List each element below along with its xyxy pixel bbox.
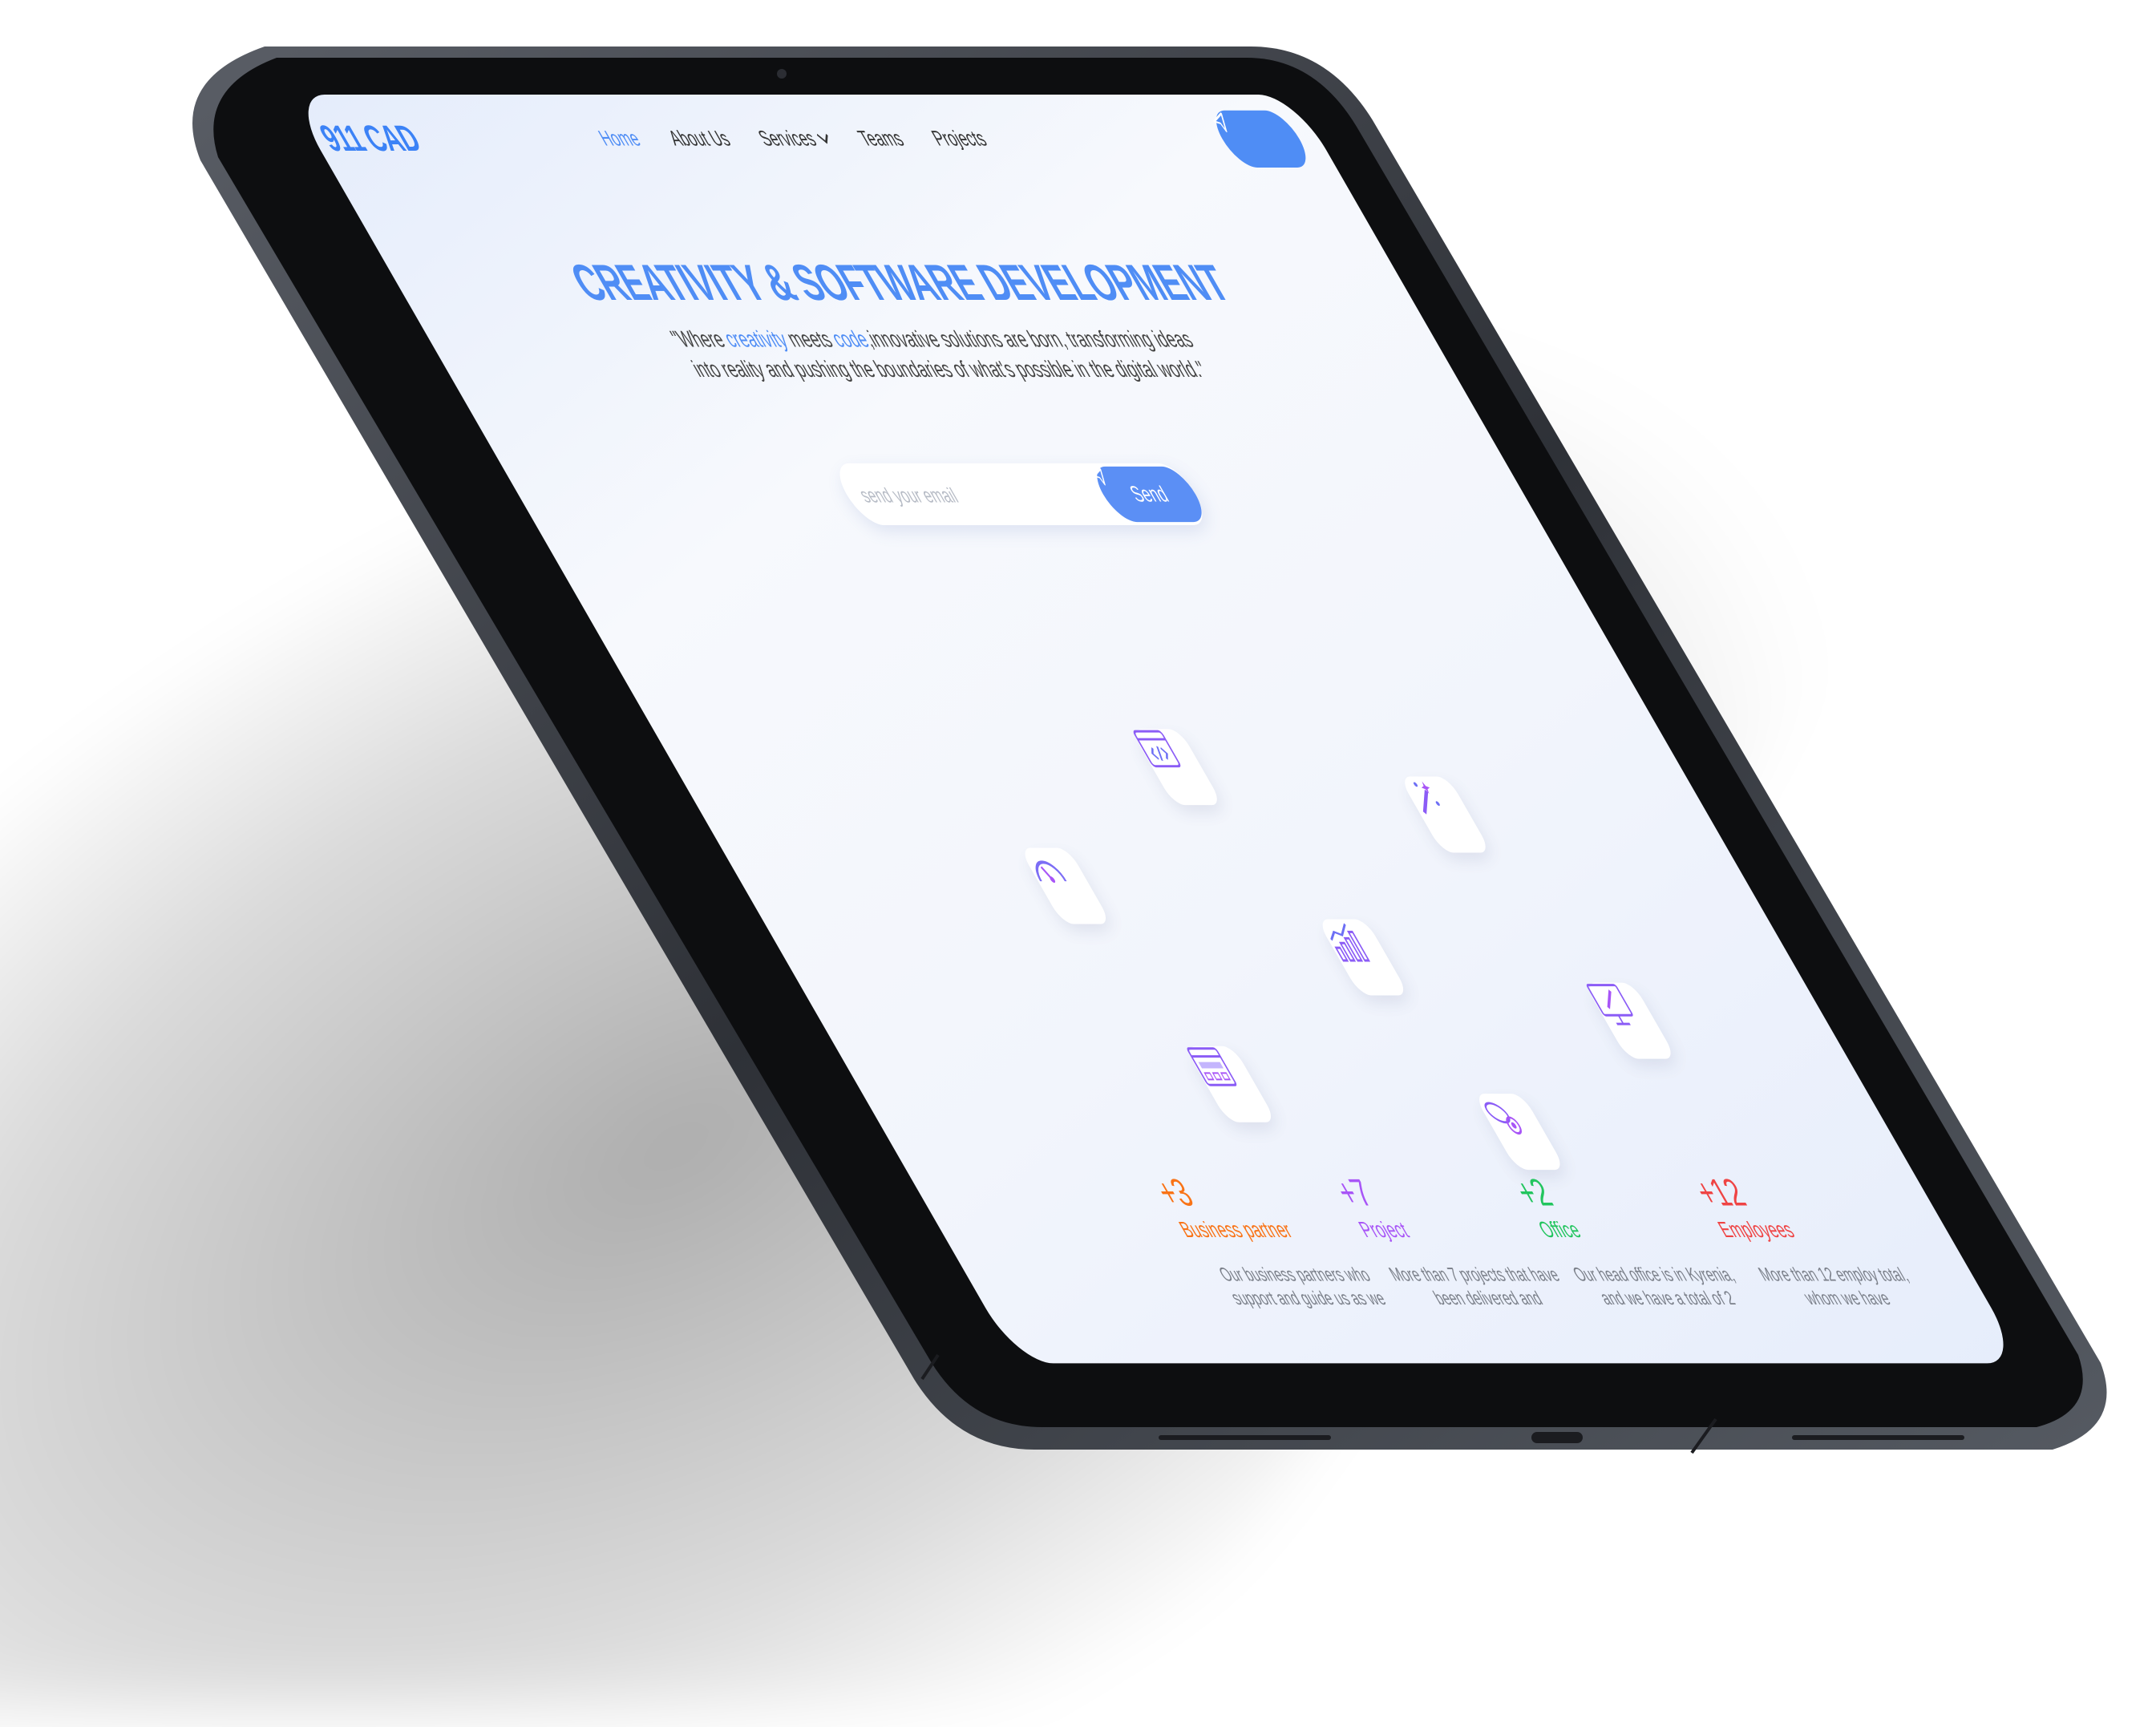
email-input[interactable] [850,477,1114,513]
code-window-icon [1130,729,1224,806]
rocket-launch-icon [1473,1094,1567,1171]
stat-number: +7 [1328,1172,1381,1215]
nav-send-button[interactable] [1206,110,1317,168]
chevron-down-icon [816,127,828,144]
stat-label: Employees [1713,1217,1799,1243]
stat-description: More than 12 employ total, whom we have [1754,1264,1913,1310]
nav-projects[interactable]: Projects [928,127,992,152]
design-monitor-icon [1584,982,1677,1059]
hero-title: CREATIVITY & SOFTWARE DEVELOPMENT [560,253,1239,311]
nav-about-us[interactable]: About Us [664,127,735,152]
stat-number: +3 [1148,1172,1201,1215]
speaker-grill-right [1792,1435,1964,1440]
stat-number: +2 [1507,1172,1560,1215]
camera-icon [777,69,787,79]
send-icon [1213,112,1228,132]
hero-quote: "Where creativity meets code,innovative … [662,325,1220,385]
site-logo[interactable]: 911 CAD [312,117,429,160]
send-button-label: Send [1125,481,1173,507]
nav-teams[interactable]: Teams [854,127,909,152]
usb-port [1531,1432,1583,1443]
nav-services[interactable]: Services [754,127,835,152]
nav-links: Home About Us Services Teams Projects [594,127,991,152]
stat-description: More than 7 projects that have been deli… [1385,1264,1564,1310]
magic-wand-icon [1398,776,1492,853]
stat-description: Our head office is in Kyrenia, and we ha… [1568,1264,1740,1310]
stat-number: +12 [1687,1172,1754,1215]
speedometer-icon [1018,847,1112,924]
stat-label: Project [1354,1217,1414,1243]
navbar: 911 CAD Home About Us Services Teams Pro… [289,95,1345,182]
tablet-device: 911 CAD Home About Us Services Teams Pro… [0,0,2156,1727]
nav-services-label: Services [754,126,821,151]
web-layout-icon [1183,1046,1277,1122]
stat-label: Business partner [1175,1217,1297,1243]
nav-home[interactable]: Home [594,127,645,152]
email-form: Send [828,463,1214,526]
stat-description: Our business partners who support and gu… [1215,1264,1390,1310]
stat-label: Office [1534,1217,1586,1243]
send-button[interactable]: Send [1086,466,1211,523]
growth-chart-icon [1316,919,1410,996]
speaker-grill-left [1159,1435,1331,1440]
